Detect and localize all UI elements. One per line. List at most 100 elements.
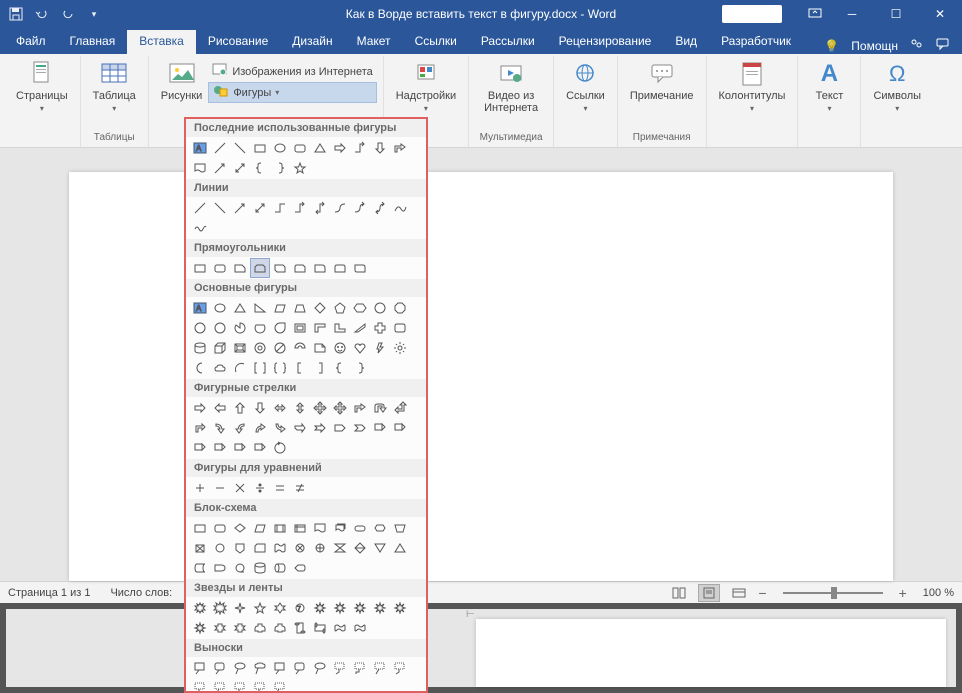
shape-item[interactable] bbox=[310, 398, 330, 418]
shape-item[interactable] bbox=[250, 158, 270, 178]
shape-item[interactable] bbox=[390, 398, 410, 418]
shape-item[interactable] bbox=[390, 338, 410, 358]
shape-item[interactable] bbox=[270, 538, 290, 558]
shape-item[interactable] bbox=[230, 198, 250, 218]
shape-item[interactable] bbox=[390, 298, 410, 318]
shape-item[interactable] bbox=[250, 298, 270, 318]
shape-item[interactable] bbox=[290, 158, 310, 178]
tell-me-text[interactable]: Помощн bbox=[851, 39, 898, 53]
shape-item[interactable] bbox=[350, 298, 370, 318]
tab-review[interactable]: Рецензирование bbox=[547, 30, 664, 54]
shape-item[interactable] bbox=[210, 318, 230, 338]
shape-item[interactable] bbox=[210, 418, 230, 438]
shape-item[interactable] bbox=[270, 618, 290, 638]
shape-item[interactable] bbox=[210, 618, 230, 638]
comments-icon[interactable] bbox=[936, 37, 950, 54]
shape-item[interactable] bbox=[390, 198, 410, 218]
shape-item[interactable] bbox=[290, 398, 310, 418]
shape-item[interactable] bbox=[330, 358, 350, 378]
shape-item[interactable] bbox=[390, 318, 410, 338]
shape-item[interactable] bbox=[270, 158, 290, 178]
shape-item[interactable] bbox=[210, 198, 230, 218]
shape-item[interactable] bbox=[270, 358, 290, 378]
shape-item[interactable] bbox=[190, 558, 210, 578]
shape-item[interactable] bbox=[330, 538, 350, 558]
shape-item[interactable] bbox=[370, 318, 390, 338]
shape-item[interactable] bbox=[310, 338, 330, 358]
tab-layout[interactable]: Макет bbox=[345, 30, 403, 54]
shape-item[interactable] bbox=[310, 258, 330, 278]
addins-button[interactable]: Надстройки ▾ bbox=[390, 58, 462, 115]
shape-item[interactable] bbox=[250, 398, 270, 418]
maximize-button[interactable]: ☐ bbox=[874, 0, 918, 28]
shape-item[interactable]: A bbox=[190, 138, 210, 158]
shape-item[interactable] bbox=[290, 618, 310, 638]
shape-item[interactable] bbox=[350, 518, 370, 538]
shape-item[interactable] bbox=[250, 338, 270, 358]
shape-item[interactable] bbox=[330, 258, 350, 278]
page-count[interactable]: Страница 1 из 1 bbox=[8, 587, 90, 599]
shape-item[interactable] bbox=[190, 158, 210, 178]
shape-item[interactable] bbox=[210, 518, 230, 538]
shape-item[interactable] bbox=[270, 398, 290, 418]
comment-button[interactable]: Примечание bbox=[624, 58, 700, 104]
shape-item[interactable] bbox=[290, 478, 310, 498]
shape-item[interactable] bbox=[370, 658, 390, 678]
text-button[interactable]: A Текст ▾ bbox=[804, 58, 854, 115]
shape-item[interactable] bbox=[230, 318, 250, 338]
shape-item[interactable] bbox=[310, 358, 330, 378]
ribbon-display-options[interactable] bbox=[808, 6, 822, 23]
online-pictures-button[interactable]: Изображения из Интернета bbox=[208, 62, 376, 81]
shape-item[interactable] bbox=[290, 138, 310, 158]
shape-item[interactable] bbox=[230, 358, 250, 378]
shape-item[interactable] bbox=[270, 338, 290, 358]
shape-item[interactable] bbox=[270, 558, 290, 578]
shape-item[interactable] bbox=[310, 298, 330, 318]
qat-customize[interactable]: ▾ bbox=[82, 2, 106, 26]
shape-item[interactable] bbox=[350, 358, 370, 378]
shape-item[interactable] bbox=[230, 138, 250, 158]
shape-item[interactable] bbox=[190, 518, 210, 538]
shape-item[interactable] bbox=[210, 338, 230, 358]
shape-item[interactable] bbox=[290, 258, 310, 278]
shape-item[interactable] bbox=[250, 598, 270, 618]
shape-item[interactable] bbox=[370, 198, 390, 218]
shape-item[interactable] bbox=[330, 298, 350, 318]
shape-item[interactable] bbox=[250, 618, 270, 638]
shape-item[interactable] bbox=[250, 478, 270, 498]
shape-item[interactable] bbox=[330, 138, 350, 158]
shape-item[interactable] bbox=[250, 678, 270, 693]
shape-item[interactable] bbox=[210, 158, 230, 178]
shape-item[interactable] bbox=[210, 358, 230, 378]
zoom-out[interactable]: − bbox=[758, 585, 766, 601]
shape-item[interactable] bbox=[290, 318, 310, 338]
online-video-button[interactable]: Видео из Интернета bbox=[475, 58, 547, 116]
shape-item[interactable] bbox=[250, 258, 270, 278]
tab-file[interactable]: Файл bbox=[4, 30, 58, 54]
shape-item[interactable] bbox=[250, 558, 270, 578]
shape-item[interactable] bbox=[330, 198, 350, 218]
shape-item[interactable] bbox=[230, 258, 250, 278]
shape-item[interactable] bbox=[230, 558, 250, 578]
shape-item[interactable] bbox=[230, 298, 250, 318]
shape-item[interactable] bbox=[310, 518, 330, 538]
shape-item[interactable] bbox=[330, 338, 350, 358]
shape-item[interactable] bbox=[210, 438, 230, 458]
shape-item[interactable] bbox=[250, 438, 270, 458]
zoom-slider[interactable] bbox=[783, 592, 883, 594]
shape-item[interactable] bbox=[190, 218, 210, 238]
shape-item[interactable] bbox=[250, 358, 270, 378]
shape-item[interactable] bbox=[190, 358, 210, 378]
shape-item[interactable]: A bbox=[190, 298, 210, 318]
shape-item[interactable] bbox=[290, 538, 310, 558]
shape-item[interactable] bbox=[290, 298, 310, 318]
close-button[interactable]: ✕ bbox=[918, 0, 962, 28]
shape-item[interactable] bbox=[190, 618, 210, 638]
shape-item[interactable] bbox=[190, 538, 210, 558]
shape-item[interactable] bbox=[190, 198, 210, 218]
tab-developer[interactable]: Разработчик bbox=[709, 30, 803, 54]
shape-item[interactable] bbox=[230, 478, 250, 498]
shape-item[interactable]: 7 bbox=[290, 598, 310, 618]
shape-item[interactable] bbox=[210, 398, 230, 418]
shape-item[interactable] bbox=[270, 438, 290, 458]
